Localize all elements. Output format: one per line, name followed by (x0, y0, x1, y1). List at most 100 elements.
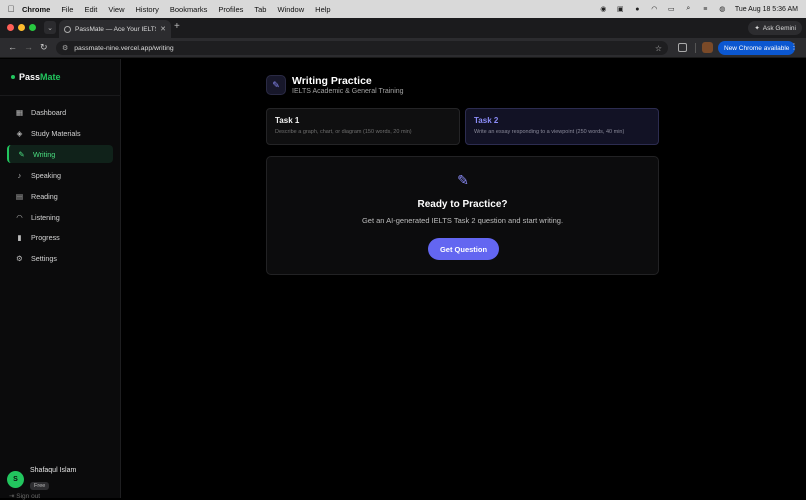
close-window-button[interactable] (7, 24, 14, 31)
page-title: Writing Practice (292, 75, 372, 87)
new-tab-button[interactable]: + (174, 21, 180, 32)
plan-badge: Free (30, 482, 50, 490)
task-name: Task 2 (474, 116, 499, 125)
sparkle-icon: ✦ (754, 25, 760, 32)
gear-icon: ⚙ (16, 253, 23, 263)
menu-history[interactable]: History (136, 5, 159, 14)
menu-bookmarks[interactable]: Bookmarks (170, 5, 208, 14)
browser-toolbar: ← → ↻ ⚙ passmate-nine.vercel.app/writing… (0, 38, 806, 58)
sidebar-item-label: Dashboard (31, 107, 67, 117)
user-profile[interactable]: S Shafaqul Islam Free (7, 467, 76, 492)
menu-file[interactable]: File (61, 5, 73, 14)
chevron-down-icon: ⌄ (47, 24, 53, 32)
extensions-icon[interactable] (678, 43, 687, 52)
url-text[interactable]: passmate-nine.vercel.app/writing (74, 45, 173, 52)
user-name: Shafaqul Islam (30, 467, 77, 474)
menu-chrome[interactable]: Chrome (22, 5, 50, 14)
bookmark-star-icon[interactable]: ☆ (655, 44, 662, 53)
new-chrome-available-button[interactable]: New Chrome available (718, 41, 796, 55)
tab-search-button[interactable]: ⌄ (44, 21, 56, 34)
siri-icon[interactable]: ◍ (718, 5, 727, 13)
menu-edit[interactable]: Edit (84, 5, 97, 14)
task-description: Write an essay responding to a viewpoint… (474, 129, 625, 135)
ask-gemini-label: Ask Gemini (762, 24, 796, 32)
user-icon[interactable]: ● (633, 5, 642, 13)
sidebar-item-study-materials[interactable]: ◈ Study Materials (7, 124, 113, 142)
site-settings-icon[interactable]: ⚙ (62, 44, 68, 52)
pen-nib-icon: ✎ (457, 172, 469, 188)
microphone-icon: ♪ (17, 170, 22, 180)
macos-menu-bar:  Chrome File Edit View History Bookmark… (0, 0, 806, 18)
sidebar-item-dashboard[interactable]: ▦ Dashboard (7, 103, 113, 121)
address-bar[interactable]: ⚙ passmate-nine.vercel.app/writing ☆ (56, 41, 668, 55)
sidebar-item-settings[interactable]: ⚙ Settings (7, 249, 113, 267)
apple-logo-icon[interactable]:  (0, 4, 22, 14)
app-window: PassMate ▦ Dashboard ◈ Study Materials ✎… (0, 59, 806, 500)
favicon-icon (64, 25, 71, 33)
pen-nib-icon: ✎ (18, 149, 25, 159)
control-center-icon[interactable]: ≡ (701, 5, 710, 13)
task-2-card[interactable]: Task 2 Write an essay responding to a vi… (465, 108, 659, 145)
brand-name-part2: Mate (40, 72, 61, 82)
sidebar-item-progress[interactable]: ▮ Progress (7, 228, 113, 246)
brand-logo[interactable]: PassMate (11, 72, 61, 82)
sidebar-item-reading[interactable]: ▤ Reading (7, 187, 113, 205)
menu-tab[interactable]: Tab (254, 5, 266, 14)
sidebar-item-listening[interactable]: ◠ Listening (7, 208, 113, 226)
clock[interactable]: Tue Aug 18 5:36 AM (735, 6, 798, 13)
record-icon[interactable]: ◉ (599, 5, 608, 13)
gift-icon[interactable]: ▣ (616, 5, 625, 13)
get-question-button[interactable]: Get Question (428, 238, 499, 260)
sidebar-item-writing[interactable]: ✎ Writing (7, 145, 113, 163)
ask-gemini-button[interactable]: ✦ Ask Gemini (748, 21, 802, 35)
menu-help[interactable]: Help (315, 5, 330, 14)
sidebar-item-label: Settings (31, 253, 57, 263)
avatar: S (7, 471, 24, 488)
task-name: Task 1 (275, 116, 300, 125)
back-arrow-icon[interactable]: ← (8, 42, 17, 52)
practice-description: Get an AI-generated IELTS Task 2 questio… (361, 216, 564, 225)
battery-icon[interactable]: ▭ (667, 5, 676, 13)
browser-tab[interactable]: PassMate — Ace Your IELTS ✕ (59, 20, 171, 38)
sidebar-item-label: Speaking (31, 170, 61, 180)
practice-title: Ready to Practice? (417, 199, 508, 210)
tab-title: PassMate — Ace Your IELTS (75, 25, 157, 33)
status-area: ◉ ▣ ● ◠ ▭ ⌕ ≡ ◍ Tue Aug 18 5:36 AM (599, 0, 798, 18)
task-1-card[interactable]: Task 1 Describe a graph, chart, or diagr… (266, 108, 460, 145)
brand-dot-icon (11, 75, 15, 79)
more-menu-icon[interactable]: ⋮ (790, 42, 798, 51)
task-description: Describe a graph, chart, or diagram (150… (275, 129, 412, 135)
sidebar-divider (0, 95, 121, 96)
window-controls (7, 24, 36, 31)
sign-out-icon: ⇥ (9, 493, 15, 500)
menu-profiles[interactable]: Profiles (218, 5, 243, 14)
sign-out-button[interactable]: ⇥ Sign out (9, 492, 40, 500)
tab-strip: ⌄ PassMate — Ace Your IELTS ✕ + ✦ Ask Ge… (0, 18, 806, 38)
forward-arrow-icon[interactable]: → (24, 42, 33, 52)
sidebar-item-label: Study Materials (31, 128, 81, 138)
menu-window[interactable]: Window (277, 5, 304, 14)
sign-out-label: Sign out (16, 493, 41, 500)
sidebar-item-speaking[interactable]: ♪ Speaking (7, 166, 113, 184)
sidebar-item-label: Reading (31, 191, 58, 201)
headphones-icon: ◠ (16, 212, 23, 222)
minimize-window-button[interactable] (18, 24, 25, 31)
search-icon[interactable]: ⌕ (684, 5, 693, 13)
sidebar-item-label: Listening (31, 212, 60, 222)
brand-name-part1: Pass (19, 72, 41, 82)
pen-nib-icon: ✎ (266, 75, 286, 95)
graduation-cap-icon: ◈ (16, 128, 23, 138)
grid-icon: ▦ (15, 107, 24, 117)
sidebar: PassMate ▦ Dashboard ◈ Study Materials ✎… (0, 59, 121, 500)
profile-avatar[interactable] (702, 42, 713, 53)
menu-view[interactable]: View (108, 5, 124, 14)
zoom-window-button[interactable] (29, 24, 36, 31)
page-subtitle: IELTS Academic & General Training (292, 88, 404, 95)
reload-icon[interactable]: ↻ (40, 42, 48, 53)
wifi-icon[interactable]: ◠ (650, 5, 659, 13)
close-tab-icon[interactable]: ✕ (160, 25, 166, 33)
toolbar-divider (695, 43, 696, 53)
sidebar-item-label: Writing (33, 149, 56, 159)
sidebar-item-label: Progress (31, 232, 60, 242)
bar-chart-icon: ▮ (17, 232, 22, 242)
